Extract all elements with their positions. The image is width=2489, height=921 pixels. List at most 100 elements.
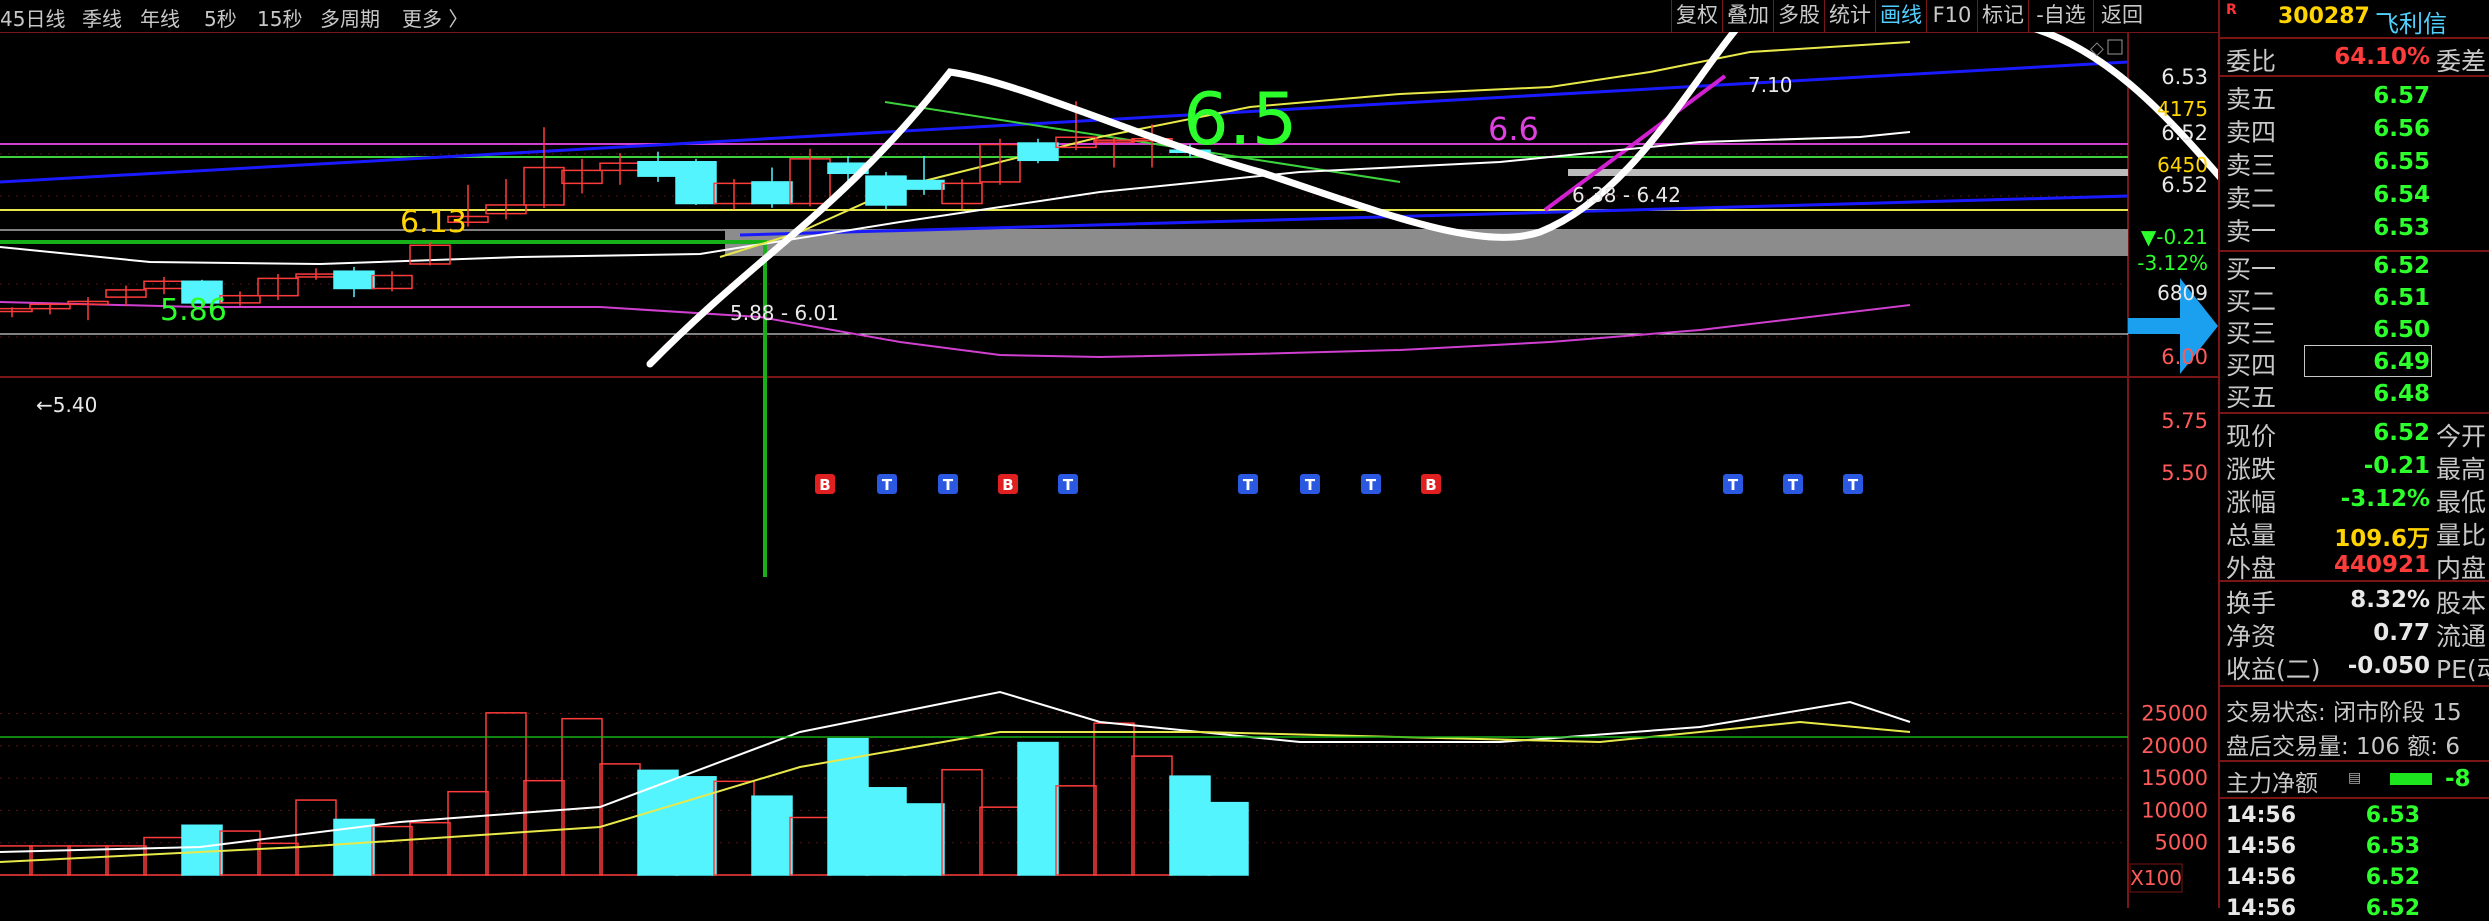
period-more[interactable]: 更多 〉	[402, 3, 468, 32]
candle	[143, 276, 185, 295]
signal-text: T	[1243, 476, 1254, 494]
tool-mark[interactable]: 标记	[1977, 0, 2028, 32]
tool-overlay[interactable]: 叠加	[1722, 0, 1773, 32]
divider	[2220, 685, 2489, 687]
trend-line-upper	[0, 60, 2129, 184]
period-45day[interactable]: 45日线	[0, 3, 65, 32]
candle	[409, 242, 451, 266]
candle	[29, 302, 71, 315]
stat-label: 涨幅	[2226, 488, 2277, 517]
ask-price[interactable]: 6.57	[2310, 83, 2430, 109]
label-zone-high: 6.38 - 6.42	[1572, 183, 1681, 207]
period-toolbar: 45日线 季线 年线 5秒 15秒 多周期 更多 〉 复权 叠加 多股 统计 画…	[0, 0, 2218, 33]
tool-multistock[interactable]: 多股	[1773, 0, 1824, 32]
tool-f10[interactable]: F10	[1926, 0, 1977, 32]
kline-chart[interactable]: 6.536.526.526.005.755.5041756450▼-0.21-3…	[0, 32, 2218, 908]
volume-tick: 15000	[2141, 766, 2208, 790]
finance-label: 净资	[2226, 622, 2277, 651]
selected-bid-highlight	[2304, 345, 2432, 377]
bid-price[interactable]: 6.52	[2310, 253, 2430, 279]
weibi-value: 64.10%	[2334, 44, 2430, 70]
bid-label: 买二	[2226, 287, 2277, 316]
signal-marker: T	[1300, 474, 1320, 494]
signal-text: T	[1305, 476, 1316, 494]
candle	[371, 271, 413, 292]
finance-label-right: PE(动	[2436, 655, 2489, 684]
stat-label-right: 最高	[2436, 455, 2487, 484]
weibi-label: 委比	[2226, 47, 2277, 76]
ask-price[interactable]: 6.53	[2310, 215, 2430, 241]
volume-bar	[295, 799, 337, 876]
divider	[2220, 797, 2489, 799]
tool-fuquan[interactable]: 复权	[1671, 0, 1722, 32]
period-multi[interactable]: 多周期	[320, 3, 380, 32]
signal-marker: T	[1783, 474, 1803, 494]
ask-price[interactable]: 6.54	[2310, 182, 2430, 208]
tool-stats[interactable]: 统计	[1824, 0, 1875, 32]
volume-tick: 25000	[2141, 702, 2208, 726]
weicha-label: 委差	[2436, 47, 2487, 76]
stat-label: 现价	[2226, 422, 2277, 451]
main-flow-value: -8	[2445, 766, 2471, 792]
divider	[2220, 580, 2489, 582]
divider	[2220, 75, 2489, 77]
candle	[561, 158, 603, 194]
tool-draw[interactable]: 画线	[1875, 0, 1926, 32]
bid-label: 买四	[2226, 351, 2277, 380]
volume-bar	[789, 816, 831, 876]
list-icon[interactable]: ▤	[2348, 770, 2361, 786]
price-tick: 6.00	[2161, 345, 2208, 369]
bid-price[interactable]: 6.51	[2310, 285, 2430, 311]
volume-bar	[371, 825, 413, 876]
candle-body	[637, 161, 679, 177]
side-label: ▼-0.21	[2141, 225, 2208, 249]
candle-body	[865, 175, 907, 206]
bid-price[interactable]: 6.50	[2310, 317, 2430, 343]
stat-label: 涨跌	[2226, 455, 2277, 484]
signal-text: T	[1366, 476, 1377, 494]
finance-value: -0.050	[2347, 653, 2430, 679]
volume-bar	[1055, 785, 1097, 876]
signal-marker: T	[1238, 474, 1258, 494]
stat-label-right: 最低	[2436, 488, 2487, 517]
ask-price[interactable]: 6.55	[2310, 149, 2430, 175]
signal-marker: T	[1058, 474, 1078, 494]
ask-label: 卖四	[2226, 118, 2277, 147]
volume-tick: 5000	[2155, 831, 2208, 855]
stat-label-right: 今开	[2436, 422, 2487, 451]
volume-bar	[409, 821, 451, 876]
volume-tick: 20000	[2141, 734, 2208, 758]
candle-body	[903, 179, 945, 190]
trade-status: 交易状态: 闭市阶段 15	[2226, 700, 2462, 726]
label-6-6: 6.6	[1488, 110, 1539, 148]
tool-back[interactable]: 返回	[2093, 0, 2150, 32]
signal-text: T	[1788, 476, 1799, 494]
tool-watchlist[interactable]: -自选	[2028, 0, 2093, 32]
volume-bar	[599, 763, 641, 876]
period-15s[interactable]: 15秒	[257, 3, 302, 32]
finance-label-right: 股本	[2436, 589, 2487, 618]
side-label: -3.12%	[2137, 251, 2208, 275]
candle	[105, 285, 147, 306]
ask-price[interactable]: 6.56	[2310, 116, 2430, 142]
volume-bar	[219, 830, 261, 876]
ma-line-magenta	[0, 301, 1911, 359]
tick-price: 6.52	[2365, 865, 2420, 890]
finance-value: 0.77	[2373, 620, 2430, 646]
candle	[865, 171, 907, 210]
candle	[333, 266, 375, 298]
divider	[2220, 760, 2489, 762]
bid-label: 买三	[2226, 319, 2277, 348]
zone-band-upper	[1568, 169, 2128, 176]
signal-text: T	[1728, 476, 1739, 494]
candle	[675, 158, 717, 205]
bid-price[interactable]: 6.48	[2310, 381, 2430, 407]
period-quarter[interactable]: 季线	[82, 3, 122, 32]
candle-body	[0, 307, 33, 313]
period-5s[interactable]: 5秒	[204, 3, 237, 32]
candle	[485, 179, 527, 220]
main-flow-label: 主力净额	[2226, 771, 2318, 797]
period-year[interactable]: 年线	[140, 3, 180, 32]
volume-bar	[1131, 755, 1173, 876]
ask-label: 卖五	[2226, 85, 2277, 114]
